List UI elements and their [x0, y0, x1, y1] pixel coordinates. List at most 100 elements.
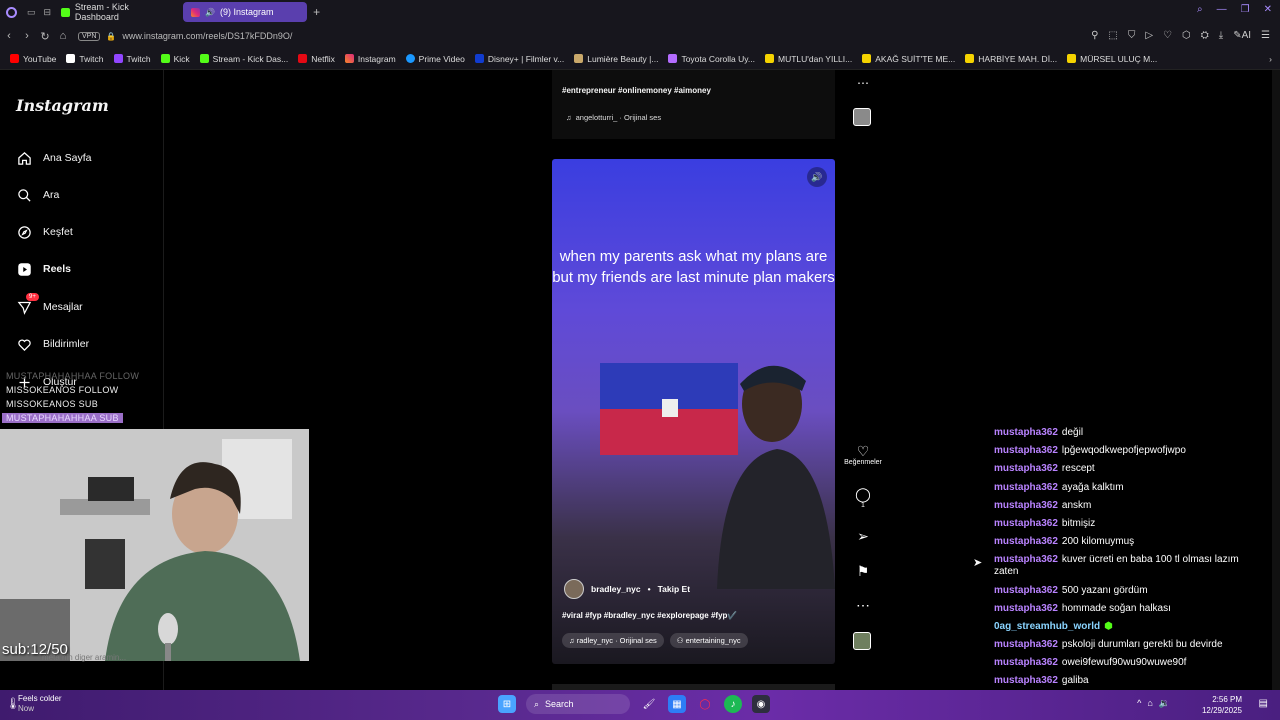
bookmark-disney[interactable]: Disney+ | Filmler v...: [474, 54, 564, 64]
browser-tab-bar: ▭ ⊟ Stream - Kick Dashboard 🔊 (9) Instag…: [0, 0, 1280, 24]
sidebar-item-home[interactable]: Ana Sayfa: [16, 150, 91, 166]
snapshot-icon[interactable]: ⬚: [1108, 30, 1117, 41]
search-tabs-icon[interactable]: ⌕: [1197, 4, 1203, 15]
author-avatar[interactable]: [564, 579, 584, 599]
bookmark-instagram[interactable]: Instagram: [344, 54, 396, 64]
tagged-user-chip[interactable]: ⚇ entertaining_nyc: [669, 633, 748, 648]
reload-icon[interactable]: ↻: [36, 30, 54, 43]
audio-thumbnail[interactable]: [853, 632, 871, 650]
comment-action[interactable]: ◯ 1: [842, 486, 884, 509]
vpn-badge[interactable]: VPN: [78, 31, 101, 41]
reel-previous[interactable]: #entrepreneur #onlinemoney #aimoney ♫ ang…: [552, 70, 835, 139]
tab-instagram[interactable]: 🔊 (9) Instagram: [183, 2, 308, 22]
chat-username: mustapha362: [994, 584, 1058, 596]
bookmark-netflix[interactable]: Netflix: [298, 54, 335, 64]
comment-icon[interactable]: ◯: [855, 486, 871, 502]
sidebar-item-explore[interactable]: Keşfet: [16, 224, 73, 240]
menu-icon[interactable]: ☰: [1261, 30, 1270, 41]
bookmark-toyota[interactable]: Toyota Corolla Uy...: [668, 54, 755, 64]
sidebar-item-messages[interactable]: 9+ Mesajlar: [16, 293, 83, 315]
sidebar-item-label: Mesajlar: [43, 301, 83, 313]
save-action[interactable]: ⚑: [842, 563, 884, 579]
share-action[interactable]: ➢: [842, 528, 884, 544]
bookmark-twitch-2[interactable]: Twitch: [113, 54, 151, 64]
more-options-icon[interactable]: ⋯: [857, 76, 869, 90]
chat-text: anskm: [1061, 499, 1092, 511]
search-label: Search: [545, 699, 574, 709]
like-heart-icon[interactable]: ♡: [857, 443, 870, 459]
music-icon: ♫: [566, 113, 572, 122]
tab-kick-dashboard[interactable]: Stream - Kick Dashboard: [53, 2, 181, 22]
notifications-icon[interactable]: ▤: [1259, 698, 1268, 709]
close-window-icon[interactable]: ✕: [1264, 4, 1272, 15]
reel-hashtags[interactable]: #viral #fyp #bradley_nyc #explorepage #f…: [562, 611, 737, 620]
play-icon[interactable]: ▷: [1145, 30, 1153, 41]
bookmark-kick[interactable]: Kick: [160, 54, 190, 64]
obs-icon[interactable]: ◉: [752, 695, 770, 713]
share-icon[interactable]: ➢: [857, 528, 869, 544]
stream-alert: MUSTAPHAHAHHAA SUB: [2, 413, 123, 423]
bookmark-akag[interactable]: AKAĞ SUİT'TE ME...: [862, 54, 955, 64]
store-icon[interactable]: ▦: [668, 695, 686, 713]
bookmark-icon[interactable]: ⚑: [857, 563, 870, 579]
download-icon[interactable]: ⤓: [1219, 30, 1223, 41]
taskbar-clock[interactable]: 2:56 PM 12/29/2025: [1202, 694, 1242, 716]
weather-widget[interactable]: Feels colder Now: [18, 694, 62, 714]
easy-setup-icon[interactable]: ⛭: [1201, 30, 1209, 41]
more-action[interactable]: ⋯: [842, 597, 884, 613]
opera-taskbar-icon[interactable]: ◯: [696, 695, 714, 713]
paintbrush-icon[interactable]: 🖌: [640, 695, 658, 713]
sidebar-item-search[interactable]: Ara: [16, 187, 59, 203]
audio-thumbnail[interactable]: [853, 108, 871, 126]
spotify-icon[interactable]: ♪: [724, 695, 742, 713]
volume-icon[interactable]: 🔊: [807, 167, 827, 187]
back-icon[interactable]: ‹: [0, 30, 18, 42]
reel-video[interactable]: 🔊 when my parents ask what my plans are …: [552, 159, 835, 664]
taskbar-search[interactable]: ⌕ Search: [526, 694, 630, 714]
minimize-icon[interactable]: —: [1217, 4, 1227, 15]
bookmark-youtube[interactable]: YouTube: [10, 54, 56, 64]
more-options-icon[interactable]: ⋯: [856, 597, 870, 613]
forward-icon[interactable]: ›: [18, 30, 36, 42]
chat-username: mustapha362: [994, 499, 1058, 511]
start-icon[interactable]: ⊞: [498, 695, 516, 713]
workspaces-icon[interactable]: ▭: [27, 7, 36, 18]
toyota-icon: [668, 54, 678, 63]
chevron-up-icon[interactable]: ^: [1137, 698, 1141, 709]
home-icon[interactable]: ⌂: [54, 30, 72, 42]
volume-tray-icon[interactable]: 🔉: [1159, 698, 1170, 709]
like-action[interactable]: ♡ Beğenmeler: [842, 443, 884, 466]
network-icon[interactable]: ⌂: [1147, 698, 1152, 709]
chat-username: mustapha362: [994, 675, 1058, 687]
bookmark-mursel[interactable]: MÜRSEL ULUÇ M...: [1067, 54, 1157, 64]
bookmark-twitch-1[interactable]: Twitch: [66, 54, 104, 64]
author-username[interactable]: bradley_nyc: [591, 584, 641, 594]
bookmark-harbiye[interactable]: HARBİYE MAH. Dİ...: [965, 54, 1057, 64]
new-tab-button[interactable]: +: [313, 5, 320, 19]
maximize-icon[interactable]: ❐: [1241, 4, 1250, 15]
bookmark-lumiere[interactable]: Lumière Beauty |...: [574, 54, 658, 64]
bookmark-heart-icon[interactable]: ♡: [1163, 30, 1172, 41]
shield-icon[interactable]: ⛉: [1128, 30, 1136, 41]
opera-logo-icon[interactable]: [6, 6, 17, 18]
audio-chip[interactable]: ♫ radley_nyc · Orijinal ses: [562, 633, 664, 648]
follow-button[interactable]: Takip Et: [658, 584, 690, 594]
bookmark-prime-video[interactable]: Prime Video: [405, 54, 465, 64]
page-scrollbar[interactable]: [1272, 70, 1280, 690]
extensions-icon[interactable]: ⬡: [1182, 30, 1191, 41]
tab-menu-icon[interactable]: ⊟: [44, 7, 52, 18]
sidebar-item-notifications[interactable]: Bildirimler: [16, 336, 89, 352]
chat-message: mustapha362 lpğewqodkwepofjepwofjwpo: [994, 445, 1264, 457]
instagram-logo[interactable]: Instagram: [16, 96, 109, 115]
sidebar-item-reels[interactable]: Reels: [16, 261, 71, 277]
reel-audio[interactable]: ♫ angelotturri_ · Orijinal ses: [566, 113, 661, 122]
ai-button[interactable]: ✎AI: [1233, 30, 1251, 41]
bookmark-kick-dashboard[interactable]: Stream - Kick Das...: [199, 54, 288, 64]
bookmark-label: MÜRSEL ULUÇ M...: [1080, 53, 1158, 64]
bookmarks-overflow-icon[interactable]: ›: [1269, 54, 1272, 64]
url-field[interactable]: www.instagram.com/reels/DS17kFDDn9O/: [122, 31, 292, 41]
bookmark-mutlu[interactable]: MUTLU'dan YILLI...: [765, 54, 852, 64]
pin-icon[interactable]: ⚲: [1091, 30, 1098, 41]
heart-icon: [16, 336, 32, 352]
reel-author[interactable]: bradley_nyc • Takip Et: [564, 579, 690, 599]
